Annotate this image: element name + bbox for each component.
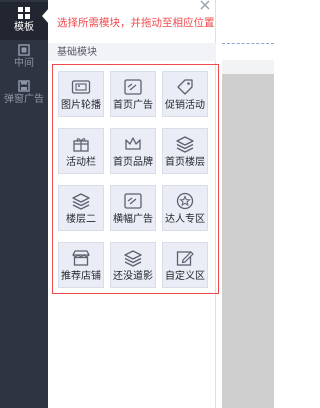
gift-icon — [73, 138, 89, 152]
module-label: 图片轮播 — [61, 100, 101, 111]
canvas-header-band — [222, 60, 274, 74]
store-icon — [72, 250, 90, 266]
module-label: 首页广告 — [113, 100, 153, 111]
crown-icon — [125, 137, 141, 150]
section-title: 基础模块 — [57, 47, 97, 58]
drag-hint: 选择所需模块，并拖动至相应位置 — [57, 17, 215, 29]
module-label: 首页品牌 — [113, 157, 153, 168]
module-home-ad[interactable]: 首页广告 — [110, 71, 156, 117]
module-label: 首页楼层 — [165, 157, 205, 168]
canvas-drop-guide — [222, 43, 274, 44]
nav-item-label: 弹窗广告 — [4, 94, 44, 105]
module-label: 促销活动 — [165, 100, 205, 111]
save-icon — [18, 80, 30, 92]
module-label: 横幅广告 — [113, 214, 153, 225]
module-activity-bar[interactable]: 活动栏 — [58, 128, 104, 174]
module-image-carousel[interactable]: 图片轮播 — [58, 71, 104, 117]
module-banner-ad[interactable]: 横幅广告 — [110, 185, 156, 231]
nav-item-popup-ad[interactable]: 弹窗广告 — [0, 78, 48, 110]
module-floor-two[interactable]: 楼层二 — [58, 185, 104, 231]
nav-item-label: 中间 — [14, 58, 34, 69]
layers-icon — [176, 136, 194, 153]
module-home-brand[interactable]: 首页品牌 — [110, 128, 156, 174]
module-misc[interactable]: 还没道影 — [110, 242, 156, 288]
price-tag-icon — [177, 79, 193, 95]
module-label: 达人专区 — [165, 214, 205, 225]
module-expert-zone[interactable]: 达人专区 — [162, 185, 208, 231]
layers-icon — [124, 250, 142, 267]
canvas-content-area[interactable] — [222, 74, 274, 408]
module-label: 还没道影 — [113, 271, 153, 282]
star-badge-icon — [176, 192, 194, 210]
module-recommended-store[interactable]: 推荐店铺 — [58, 242, 104, 288]
edit-icon — [176, 251, 194, 266]
nav-item-label: 模板 — [14, 22, 34, 33]
ad-image-icon — [124, 193, 142, 209]
layers-icon — [72, 193, 90, 210]
square-icon — [18, 44, 30, 56]
module-home-floor[interactable]: 首页楼层 — [162, 128, 208, 174]
module-label: 楼层二 — [66, 214, 96, 225]
close-icon[interactable] — [198, 0, 212, 12]
module-label: 推荐店铺 — [61, 271, 101, 282]
nav-item-middle[interactable]: 中间 — [0, 42, 48, 72]
nav-item-template[interactable]: 模板 — [0, 2, 48, 40]
image-carousel-icon — [71, 80, 91, 94]
module-label: 自定义区 — [165, 271, 205, 282]
module-promotion[interactable]: 促销活动 — [162, 71, 208, 117]
ad-image-icon — [124, 79, 142, 95]
side-nav: 模板 中间 弹窗广告 — [0, 0, 48, 408]
grid-icon — [18, 7, 30, 19]
module-custom-area[interactable]: 自定义区 — [162, 242, 208, 288]
module-label: 活动栏 — [66, 157, 96, 168]
